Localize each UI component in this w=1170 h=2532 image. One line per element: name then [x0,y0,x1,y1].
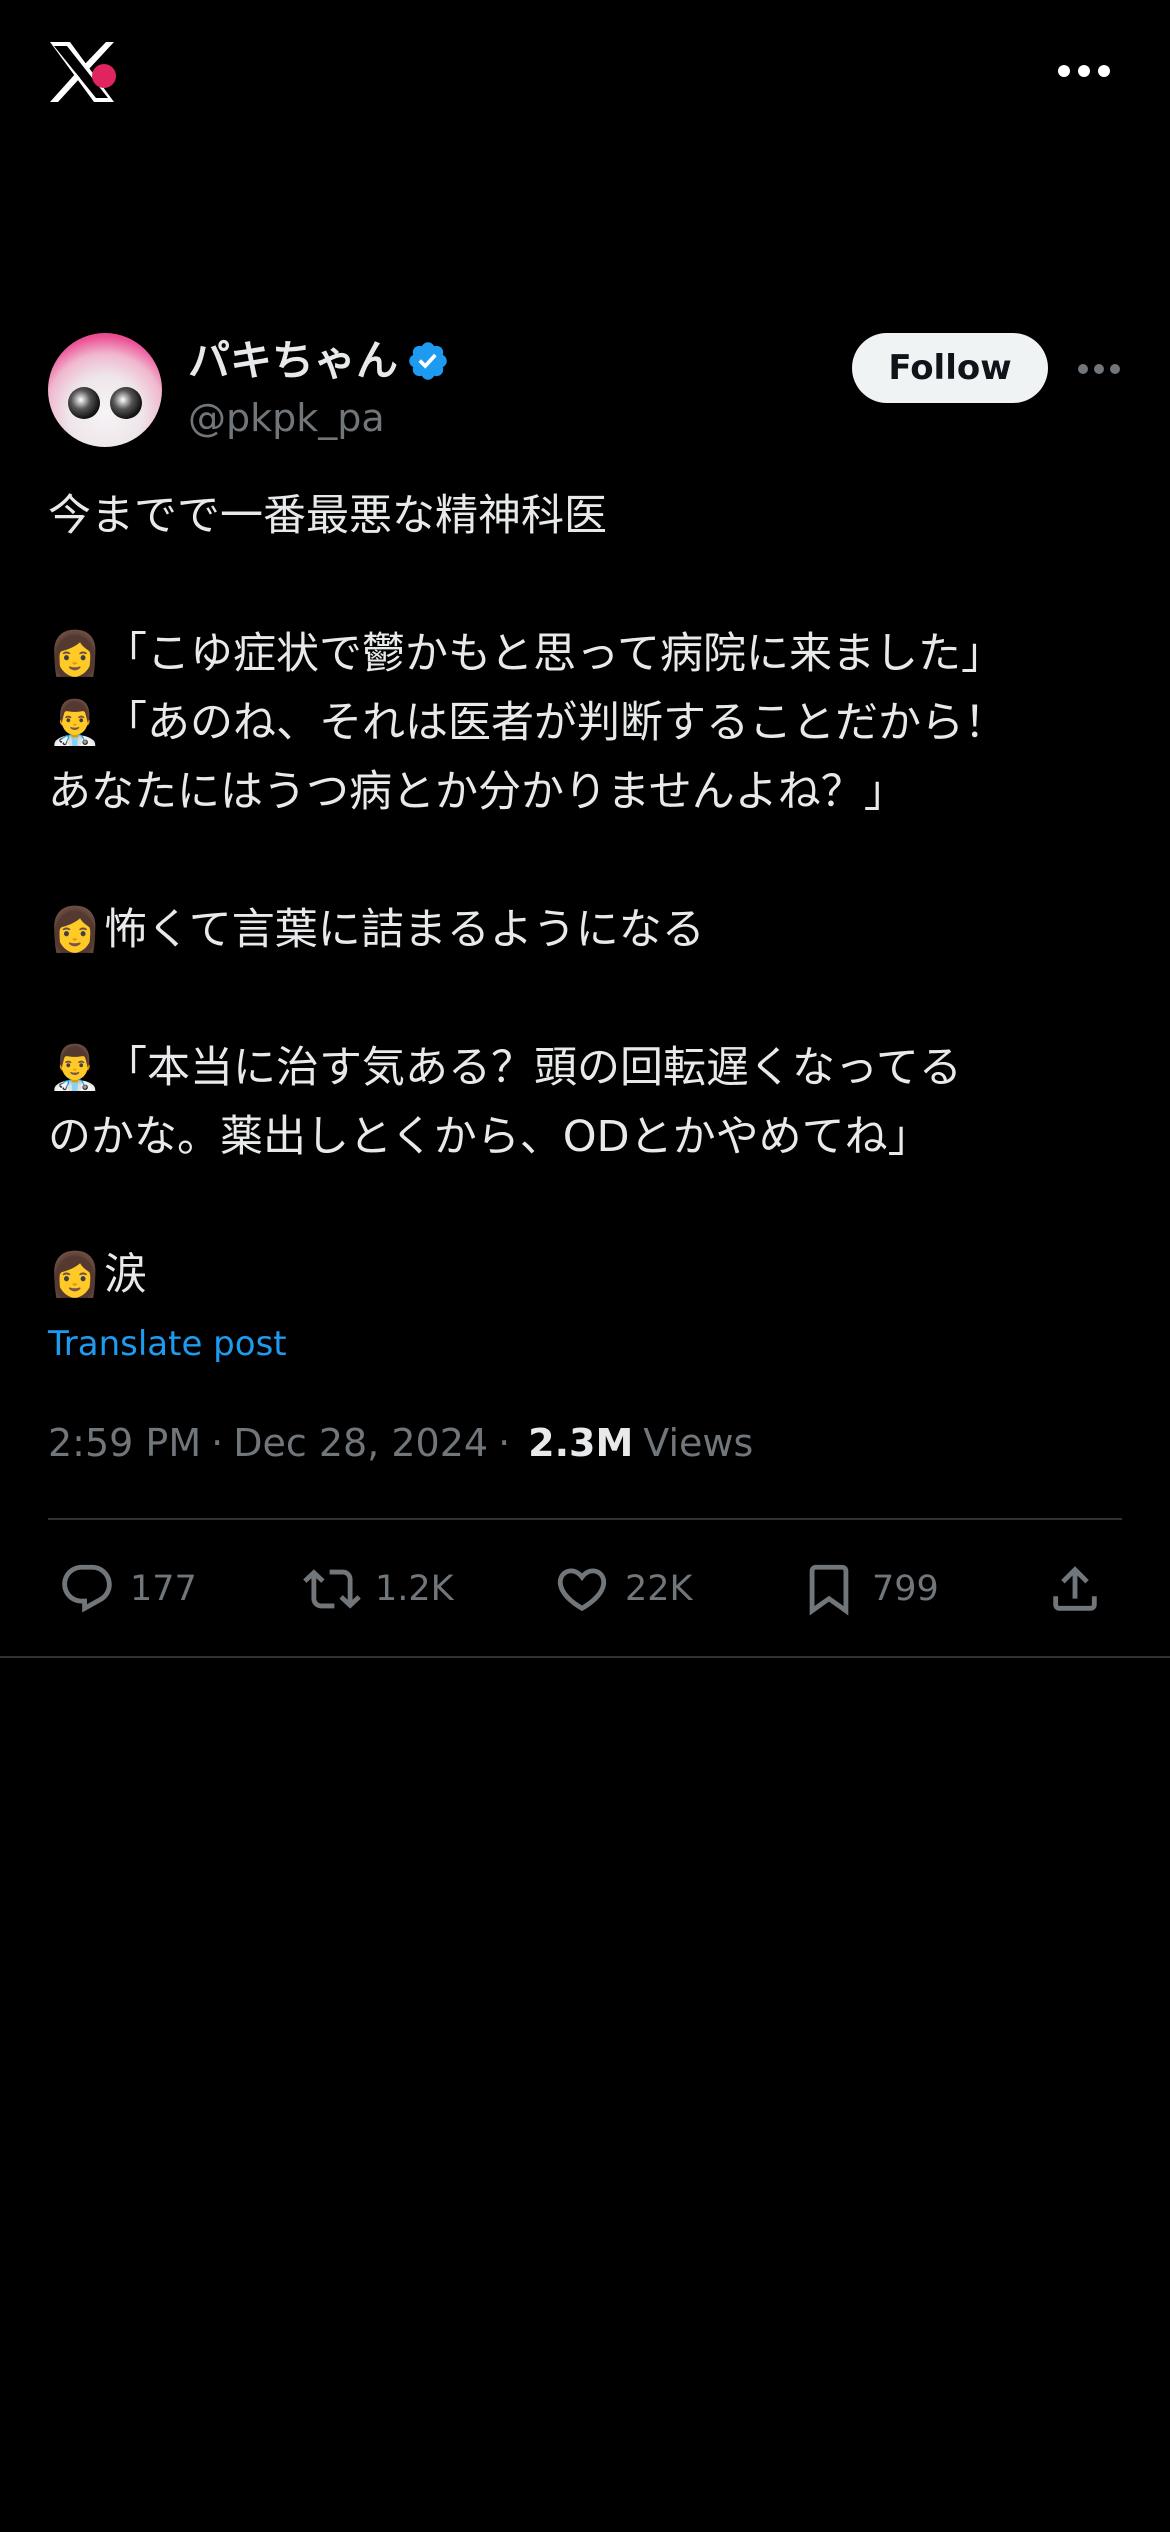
more-options-icon[interactable] [1058,64,1110,78]
tweet-line: のかな。薬出しとくから、ODとかやめてね」 [48,1112,931,1162]
author-handle[interactable]: @pkpk_pa [188,393,385,443]
avatar[interactable] [48,333,162,447]
reply-icon [62,1564,112,1613]
tweet-time[interactable]: 2:59 PM [48,1418,201,1468]
tweet-more-icon[interactable] [1078,363,1120,375]
views-label: Views [643,1421,754,1465]
tweet-meta: 2:59 PM · Dec 28, 2024 · 2.3M Views [48,1418,753,1468]
tweet-date[interactable]: Dec 28, 2024 [233,1418,488,1468]
woman-emoji-icon: 👩 [48,629,102,679]
reply-count: 177 [130,1569,197,1609]
tweet-line: 👨‍⚕️「あのね、それは医者が判断することだから！ [48,689,1128,758]
author-name-row: パキちゃん [188,333,450,389]
reply-button[interactable]: 177 [58,1552,197,1626]
separator: · [498,1421,511,1465]
woman-emoji-icon: 👩 [48,905,102,955]
author-display-name[interactable]: パキちゃん [188,333,398,389]
tweet-header: パキちゃん @pkpk_pa Follow [48,333,1122,449]
tweet-line: あなたにはうつ病とか分かりませんよね？」 [48,767,907,817]
tweet-line: 👩怖くて言葉に詰まるようになる [48,896,1128,965]
like-button[interactable]: 22K [553,1552,693,1626]
doctor-emoji-icon: 👨‍⚕️ [48,698,102,748]
bookmark-button[interactable]: 799 [800,1552,939,1626]
action-bar: 177 1.2K 22K 799 [48,1552,1122,1626]
repost-count: 1.2K [375,1569,454,1609]
bookmark-icon [809,1564,849,1616]
woman-emoji-icon: 👩 [48,1250,102,1300]
repost-icon [303,1569,361,1609]
tweet-line-blank [48,965,1128,1034]
divider [48,1518,1122,1520]
views-count[interactable]: 2.3M [528,1418,633,1468]
share-icon [1053,1566,1097,1611]
top-bar [0,0,1170,150]
tweet-line-blank [48,827,1128,896]
follow-button[interactable]: Follow [852,333,1048,403]
separator: · [211,1421,224,1465]
tweet-line-blank [48,1172,1128,1241]
heart-icon [557,1568,607,1612]
tweet-line: 今までで一番最悪な精神科医 [48,491,607,541]
tweet-text: 今までで一番最悪な精神科医 👩「こゆ症状で鬱かもと思って病院に来ました」 👨‍⚕… [48,482,1128,1310]
tweet-line: 👩「こゆ症状で鬱かもと思って病院に来ました」 [48,620,1128,689]
tweet-line: 👩涙 [48,1241,1128,1310]
divider [0,1656,1170,1658]
translate-post-link[interactable]: Translate post [48,1320,287,1368]
bookmark-count: 799 [872,1569,939,1609]
tweet-line-blank [48,551,1128,620]
verified-badge-icon [409,342,447,380]
notification-badge [92,64,116,88]
like-count: 22K [625,1569,693,1609]
doctor-emoji-icon: 👨‍⚕️ [48,1043,102,1093]
tweet-line: 👨‍⚕️「本当に治す気ある？頭の回転遅くなってる [48,1034,1128,1103]
share-button[interactable] [1046,1552,1104,1626]
repost-button[interactable]: 1.2K [303,1552,454,1626]
